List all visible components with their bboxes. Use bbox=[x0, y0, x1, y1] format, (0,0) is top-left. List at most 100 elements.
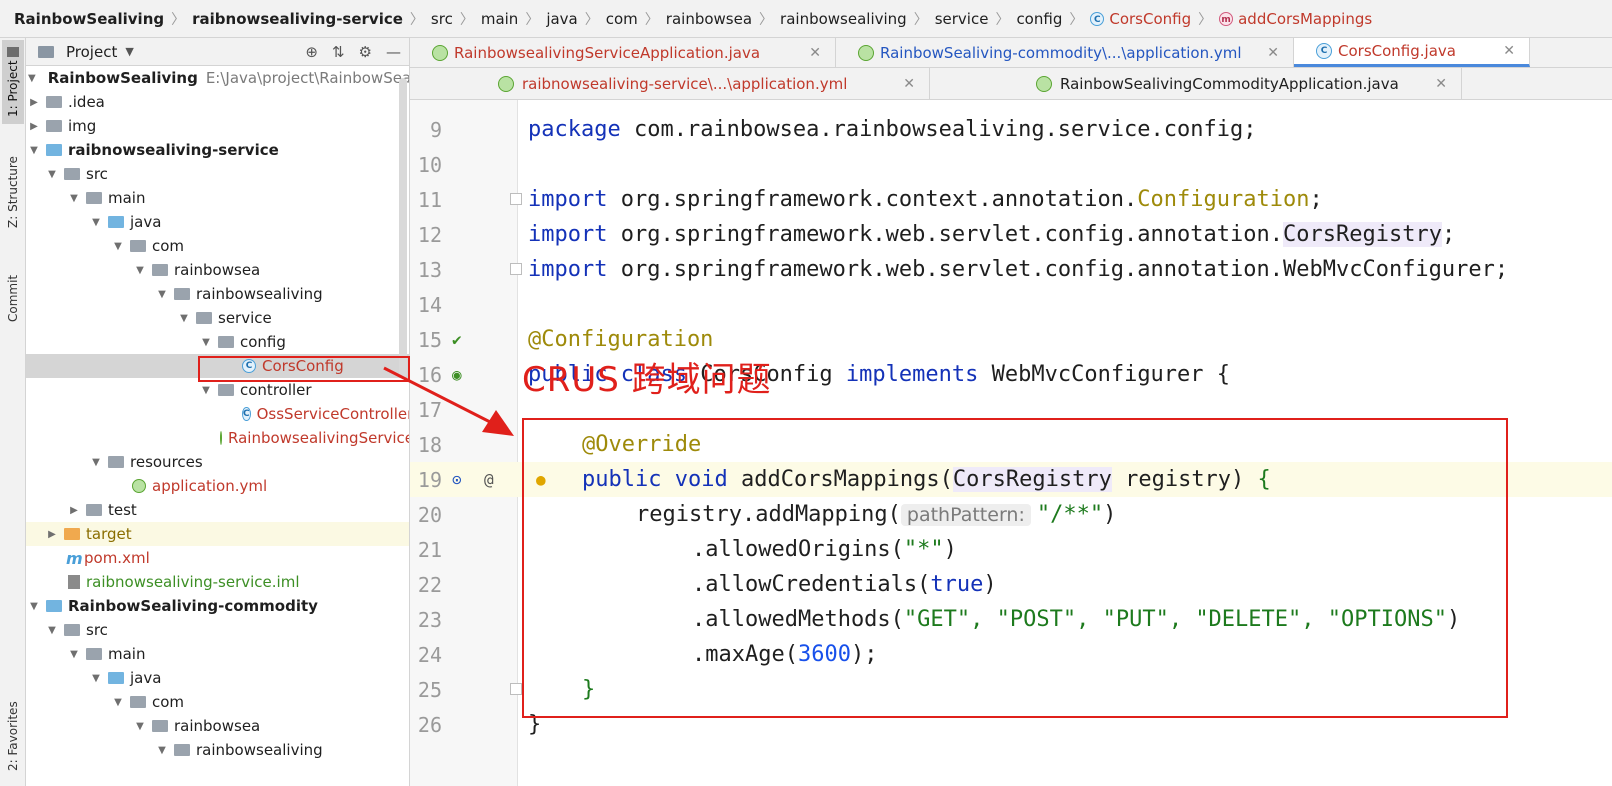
fold-marker-icon[interactable] bbox=[510, 193, 522, 205]
tree-item[interactable]: ▶ target bbox=[26, 522, 409, 546]
expand-arrow-icon[interactable]: ▼ bbox=[90, 673, 102, 684]
spring-bean-icon[interactable]: ✔ bbox=[452, 330, 462, 349]
breadcrumb-item[interactable]: java bbox=[546, 10, 577, 28]
tab-commodity-application[interactable]: RainbowSealivingCommodityApplication.jav… bbox=[930, 68, 1462, 99]
collapse-arrow-icon[interactable]: ▶ bbox=[68, 505, 80, 516]
chevron-down-icon[interactable]: ▼ bbox=[125, 45, 133, 58]
tree-item[interactable]: ▼ src bbox=[26, 162, 409, 186]
collapse-all-icon[interactable]: ⇅ bbox=[332, 43, 345, 61]
excluded-folder-icon bbox=[64, 528, 80, 540]
expand-arrow-icon[interactable]: ▼ bbox=[200, 385, 212, 396]
code-line[interactable]: 10 bbox=[410, 147, 1612, 182]
close-icon[interactable]: ✕ bbox=[1413, 76, 1447, 92]
tree-item[interactable]: ▼ config bbox=[26, 330, 409, 354]
breadcrumb-item[interactable]: src bbox=[431, 10, 453, 28]
tree-item[interactable]: ▼ service bbox=[26, 306, 409, 330]
line-number: 21 bbox=[417, 537, 442, 562]
minimize-icon[interactable]: — bbox=[386, 43, 401, 61]
tab-commodity-application-yml[interactable]: RainbowSealiving-commodity\...\applicati… bbox=[836, 38, 1294, 67]
tree-item[interactable]: C OssServiceController bbox=[26, 402, 409, 426]
tree-item[interactable]: ▼ java bbox=[26, 210, 409, 234]
breadcrumb-item[interactable]: rainbowsealiving bbox=[780, 10, 907, 28]
project-panel-title[interactable]: Project bbox=[66, 43, 117, 61]
tab-cors-config[interactable]: C CorsConfig.java ✕ bbox=[1294, 38, 1530, 67]
tree-item[interactable]: ▼ RainbowSealiving E:\Java\project\Rainbow… bbox=[26, 66, 409, 90]
expand-arrow-icon[interactable]: ▼ bbox=[134, 265, 146, 276]
close-icon[interactable]: ✕ bbox=[1481, 43, 1515, 59]
tree-item[interactable]: ▼ rainbowsealiving bbox=[26, 738, 409, 762]
expand-arrow-icon[interactable]: ▼ bbox=[112, 241, 124, 252]
breadcrumb-item[interactable]: rainbowsea bbox=[666, 10, 752, 28]
spring-bean-icon[interactable]: ◉ bbox=[452, 365, 462, 384]
expand-arrow-icon[interactable]: ▼ bbox=[156, 745, 168, 756]
expand-arrow-icon[interactable]: ▼ bbox=[112, 697, 124, 708]
tab-service-application-yml[interactable]: raibnowsealiving-service\...\application… bbox=[410, 68, 930, 99]
expand-arrow-icon[interactable]: ▼ bbox=[68, 649, 80, 660]
fold-marker-icon[interactable] bbox=[510, 683, 522, 695]
tool-tab-commit[interactable]: Commit bbox=[2, 262, 24, 334]
close-icon[interactable]: ✕ bbox=[787, 45, 821, 61]
breadcrumb-item[interactable]: config bbox=[1016, 10, 1062, 28]
tool-tab-structure[interactable]: Z: Structure bbox=[2, 142, 24, 242]
fold-marker-icon[interactable] bbox=[510, 263, 522, 275]
chevron-right-icon: 〉 bbox=[1198, 11, 1213, 28]
expand-arrow-icon[interactable]: ▼ bbox=[134, 721, 146, 732]
expand-arrow-icon[interactable]: ▼ bbox=[28, 145, 40, 156]
breadcrumb-item[interactable]: service bbox=[935, 10, 989, 28]
close-icon[interactable]: ✕ bbox=[881, 76, 915, 92]
tree-item[interactable]: ▼ com bbox=[26, 234, 409, 258]
expand-arrow-icon[interactable]: ▼ bbox=[46, 169, 58, 180]
code-line[interactable]: 9 package com.rainbowsea.rainbowsealiving… bbox=[410, 112, 1612, 147]
tree-item[interactable]: ▼ src bbox=[26, 618, 409, 642]
tree-item[interactable]: RainbowsealivingServiceApplication bbox=[26, 426, 409, 450]
project-scrollbar[interactable] bbox=[399, 78, 407, 378]
expand-arrow-icon[interactable]: ▼ bbox=[178, 313, 190, 324]
tab-service-application[interactable]: RainbowsealivingServiceApplication.java ✕ bbox=[410, 38, 836, 67]
tree-item[interactable]: ▶ test bbox=[26, 498, 409, 522]
tool-tab-project[interactable]: 1: Project bbox=[2, 40, 24, 124]
close-icon[interactable]: ✕ bbox=[1245, 45, 1279, 61]
tree-item[interactable]: ▼ raibnowsealiving-service bbox=[26, 138, 409, 162]
breadcrumb-item[interactable]: raibnowsealiving-service bbox=[192, 10, 403, 28]
collapse-arrow-icon[interactable]: ▶ bbox=[28, 97, 40, 108]
implements-method-icon[interactable]: ⊙ bbox=[452, 470, 462, 489]
tree-item-label: rainbowsealiving bbox=[196, 741, 323, 759]
tree-item[interactable]: ▼ main bbox=[26, 642, 409, 666]
collapse-arrow-icon[interactable]: ▶ bbox=[46, 529, 58, 540]
expand-arrow-icon[interactable]: ▼ bbox=[68, 193, 80, 204]
locate-icon[interactable]: ⊕ bbox=[305, 43, 318, 61]
code-line[interactable]: 14 bbox=[410, 287, 1612, 322]
breadcrumb-item[interactable]: main bbox=[481, 10, 518, 28]
tree-item[interactable]: ▼ main bbox=[26, 186, 409, 210]
breadcrumb-item[interactable]: com bbox=[606, 10, 638, 28]
expand-arrow-icon[interactable]: ▼ bbox=[90, 217, 102, 228]
expand-arrow-icon[interactable]: ▼ bbox=[200, 337, 212, 348]
tool-tab-favorites[interactable]: 2: Favorites bbox=[2, 688, 24, 784]
tree-item[interactable]: application.yml bbox=[26, 474, 409, 498]
code-line[interactable]: 11 import org.springframework.context.ann… bbox=[410, 182, 1612, 217]
tree-item[interactable]: ▶ img bbox=[26, 114, 409, 138]
override-at-icon[interactable]: @ bbox=[484, 470, 494, 489]
tree-item[interactable]: ▶ .idea bbox=[26, 90, 409, 114]
tree-item[interactable]: ▼ com bbox=[26, 690, 409, 714]
code-line[interactable]: 12 import org.springframework.web.servlet… bbox=[410, 217, 1612, 252]
breadcrumb-method[interactable]: m addCorsMappings bbox=[1219, 10, 1372, 28]
tree-item[interactable]: ▼ java bbox=[26, 666, 409, 690]
tree-item[interactable]: ▼ resources bbox=[26, 450, 409, 474]
expand-arrow-icon[interactable]: ▼ bbox=[46, 625, 58, 636]
code-line[interactable]: 13 import org.springframework.web.servlet… bbox=[410, 252, 1612, 287]
expand-arrow-icon[interactable]: ▼ bbox=[90, 457, 102, 468]
tree-item[interactable]: raibnowsealiving-service.iml bbox=[26, 570, 409, 594]
tree-item[interactable]: ▼ rainbowsea bbox=[26, 258, 409, 282]
tree-item[interactable]: m pom.xml bbox=[26, 546, 409, 570]
expand-arrow-icon[interactable]: ▼ bbox=[28, 73, 36, 84]
breadcrumb-class[interactable]: C CorsConfig bbox=[1090, 10, 1191, 28]
breadcrumb-item[interactable]: RainbowSealiving bbox=[14, 10, 164, 28]
collapse-arrow-icon[interactable]: ▶ bbox=[28, 121, 40, 132]
tree-item[interactable]: ▼ rainbowsea bbox=[26, 714, 409, 738]
expand-arrow-icon[interactable]: ▼ bbox=[28, 601, 40, 612]
tree-item[interactable]: ▼ rainbowsealiving bbox=[26, 282, 409, 306]
gear-icon[interactable]: ⚙ bbox=[359, 43, 372, 61]
tree-item[interactable]: ▼ RainbowSealiving-commodity bbox=[26, 594, 409, 618]
expand-arrow-icon[interactable]: ▼ bbox=[156, 289, 168, 300]
